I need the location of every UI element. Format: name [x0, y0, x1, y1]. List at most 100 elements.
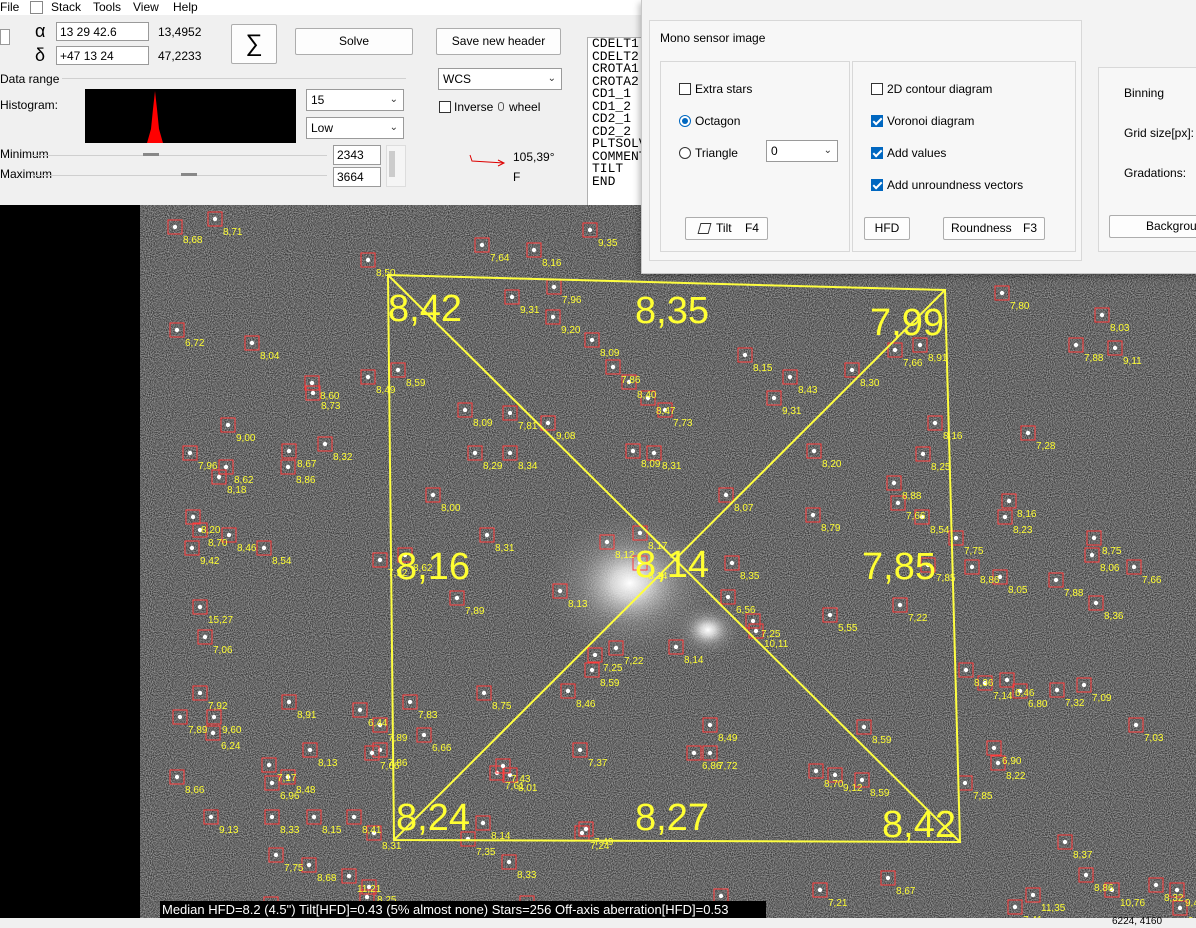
star-dot [212, 216, 218, 222]
minimum-slider-track[interactable] [32, 155, 327, 156]
histogram-combo-2[interactable]: Low ⌄ [306, 117, 404, 139]
menu-help[interactable]: Help [173, 0, 198, 14]
tilt-value-bottom-mid: 8,27 [635, 797, 709, 839]
star-dot [1177, 905, 1183, 911]
triangle-radio[interactable] [679, 147, 691, 159]
star-hfd-label: 8,31 [662, 461, 682, 472]
save-header-button[interactable]: Save new header [436, 28, 561, 55]
contour-checkbox[interactable] [871, 83, 883, 95]
hfd-button[interactable]: HFD [864, 217, 910, 240]
star-hfd-label: 11,35 [1041, 903, 1066, 914]
star-hfd-label: 6,24 [221, 741, 241, 752]
solve-button[interactable]: Solve [295, 28, 413, 55]
menu-stack[interactable]: Stack [51, 0, 81, 14]
wcs-select[interactable]: WCS ⌄ [438, 68, 562, 90]
star-hfd-label: 7,06 [213, 645, 233, 656]
stack-icon[interactable] [30, 1, 43, 14]
star-dot [1083, 872, 1089, 878]
star-hfd-label: 8,29 [483, 461, 503, 472]
star-dot [369, 750, 375, 756]
star-hfd-label: 8,30 [860, 378, 880, 389]
menu-tools[interactable]: Tools [93, 0, 121, 14]
maximum-slider-track[interactable] [32, 175, 327, 176]
star-dot [787, 374, 793, 380]
triangle-combo-value: 0 [771, 144, 778, 158]
octagon-radio[interactable] [679, 115, 691, 127]
star-hfd-label: 7,22 [908, 613, 928, 624]
inverse-checkbox[interactable] [439, 101, 451, 113]
star-hfd-label: 8,79 [821, 523, 841, 534]
star-hfd-label: 7,81 [518, 421, 538, 432]
star-hfd-label: 7,96 [198, 461, 218, 472]
star-dot [892, 347, 898, 353]
star-dot [1030, 892, 1036, 898]
maximum-slider-thumb[interactable] [181, 173, 197, 176]
star-hfd-label: 6,44 [368, 718, 388, 729]
star-hfd-label: 8,31 [382, 841, 402, 852]
star-dot [932, 420, 938, 426]
star-dot [1099, 312, 1105, 318]
menu-view[interactable]: View [133, 0, 159, 14]
star-dot [480, 820, 486, 826]
star-dot [177, 714, 183, 720]
histogram-combo-1[interactable]: 15 ⌄ [306, 89, 404, 111]
star-hfd-label: 6,72 [185, 338, 205, 349]
star-dot [723, 492, 729, 498]
star-dot [225, 422, 231, 428]
image-viewer[interactable]: 8,68 8,71 9,35 8,50 7,64 8,16 9,31 7,96 9,20 6,72… [140, 205, 1196, 928]
astro-image[interactable]: 8,68 8,71 9,35 8,50 7,64 8,16 9,31 7,96 9,20 6,72… [140, 205, 1196, 928]
range-scrollbar-thumb[interactable] [389, 151, 395, 177]
star-dot [507, 450, 513, 456]
star-hfd-label: 8,16 [542, 258, 562, 269]
star-hfd-label: 8,13 [318, 758, 338, 769]
unroundness-checkbox[interactable] [871, 179, 883, 191]
star-hfd-label: 8,04 [260, 351, 280, 362]
dec-input[interactable]: +47 13 24 [56, 46, 149, 65]
add-values-checkbox[interactable] [871, 147, 883, 159]
star-hfd-label: 8,37 [1073, 850, 1093, 861]
star-dot [454, 595, 460, 601]
star-dot [310, 390, 316, 396]
status-bar: Median HFD=8.2 (4.5") Tilt[HFD]=0.43 (5%… [160, 901, 766, 919]
sum-button[interactable]: ∑ [231, 24, 277, 64]
minimum-slider-thumb[interactable] [143, 153, 159, 156]
header-keywords-list[interactable]: CDELT1 CDELT2 CROTA1 CROTA2 CD1_1 CD1_2 … [587, 37, 642, 209]
star-dot [1112, 345, 1118, 351]
chevron-down-icon: ⌄ [823, 145, 832, 156]
extra-stars-checkbox[interactable] [679, 83, 691, 95]
star-hfd-label: 8,86 [980, 575, 1000, 586]
tilt-value-bottom-left: 8,24 [396, 797, 470, 839]
expand-icon[interactable] [0, 29, 10, 45]
menu-file[interactable]: File [0, 0, 19, 14]
star-dot [266, 762, 272, 768]
histogram-plot[interactable] [85, 89, 296, 143]
star-hfd-label: 8,20 [201, 525, 221, 536]
star-hfd-label: 8,00 [441, 503, 461, 514]
minimum-input[interactable]: 2343 [333, 145, 381, 165]
tilt-button[interactable]: Tilt F4 [685, 217, 768, 240]
maximum-input[interactable]: 3664 [333, 167, 381, 187]
chevron-down-icon: ⌄ [389, 122, 398, 133]
star-hfd-label: 8,09 [600, 348, 620, 359]
left-panel [0, 205, 140, 928]
star-hfd-label: 8,40 [637, 390, 657, 401]
background-button[interactable]: Backgrou [1109, 215, 1196, 238]
ra-input[interactable]: 13 29 42.6 [56, 22, 149, 41]
star-hfd-label: 9,31 [782, 406, 802, 417]
star-hfd-label: 8,13 [568, 599, 588, 610]
star-dot [174, 327, 180, 333]
star-hfd-label: 7,89 [188, 725, 208, 736]
star-dot [589, 337, 595, 343]
star-dot [1025, 430, 1031, 436]
triangle-combo[interactable]: 0 ⌄ [766, 140, 838, 162]
voronoi-checkbox[interactable] [871, 115, 883, 127]
orientation-arrow-icon [469, 154, 506, 167]
star-dot [885, 875, 891, 881]
star-hfd-label: 7,73 [673, 418, 693, 429]
star-dot [742, 352, 748, 358]
star-hfd-label: 8,36 [974, 678, 994, 689]
roundness-button[interactable]: Roundness F3 [943, 217, 1045, 240]
star-hfd-label: 7,14 [993, 691, 1013, 702]
star-dot [1174, 887, 1180, 893]
star-hfd-label: 8,23 [1013, 525, 1033, 536]
